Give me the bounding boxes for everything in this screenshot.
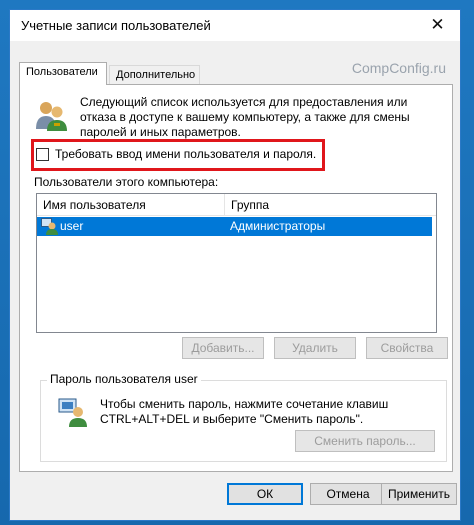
users-icon <box>36 102 67 131</box>
require-password-checkbox[interactable] <box>36 147 49 161</box>
require-password-label: Требовать ввод имени пользователя и паро… <box>55 147 317 161</box>
change-password-button[interactable]: Сменить пароль... <box>295 430 435 452</box>
user-accounts-dialog: Учетные записи пользователей ✕ CompConfi… <box>9 9 461 521</box>
require-password-row[interactable]: Требовать ввод имени пользователя и паро… <box>36 147 316 161</box>
close-icon: ✕ <box>430 15 445 34</box>
row-username: user <box>60 219 84 233</box>
apply-button[interactable]: Применить <box>381 483 457 505</box>
description-text: Следующий список используется для предос… <box>80 95 410 139</box>
close-button[interactable]: ✕ <box>415 10 460 40</box>
column-header-username[interactable]: Имя пользователя <box>43 198 146 212</box>
ok-button[interactable]: ОК <box>227 483 303 505</box>
user-password-icon <box>58 398 87 427</box>
tab-panel-users: Следующий список используется для предос… <box>19 84 453 472</box>
remove-user-button[interactable]: Удалить <box>274 337 356 359</box>
listview-header: Имя пользователя Группа <box>37 194 436 216</box>
properties-button[interactable]: Свойства <box>366 337 448 359</box>
users-list-label: Пользователи этого компьютера: <box>34 175 219 189</box>
window-title: Учетные записи пользователей <box>21 18 211 33</box>
cancel-button[interactable]: Отмена <box>310 483 386 505</box>
password-group-title: Пароль пользователя user <box>47 372 201 386</box>
watermark: CompConfig.ru <box>351 60 446 76</box>
column-header-group[interactable]: Группа <box>231 198 269 212</box>
password-instructions: Чтобы сменить пароль, нажмите сочетание … <box>100 397 389 426</box>
row-group: Администраторы <box>230 219 326 233</box>
tab-users[interactable]: Пользователи <box>19 62 107 85</box>
title-bar[interactable]: Учетные записи пользователей ✕ <box>10 10 460 41</box>
column-divider[interactable] <box>224 194 225 216</box>
add-user-button[interactable]: Добавить... <box>182 337 264 359</box>
user-icon <box>41 218 58 235</box>
tab-advanced[interactable]: Дополнительно <box>109 65 200 85</box>
table-row[interactable]: user Администраторы <box>37 217 432 236</box>
users-listview[interactable]: Имя пользователя Группа user Администрат… <box>36 193 437 333</box>
